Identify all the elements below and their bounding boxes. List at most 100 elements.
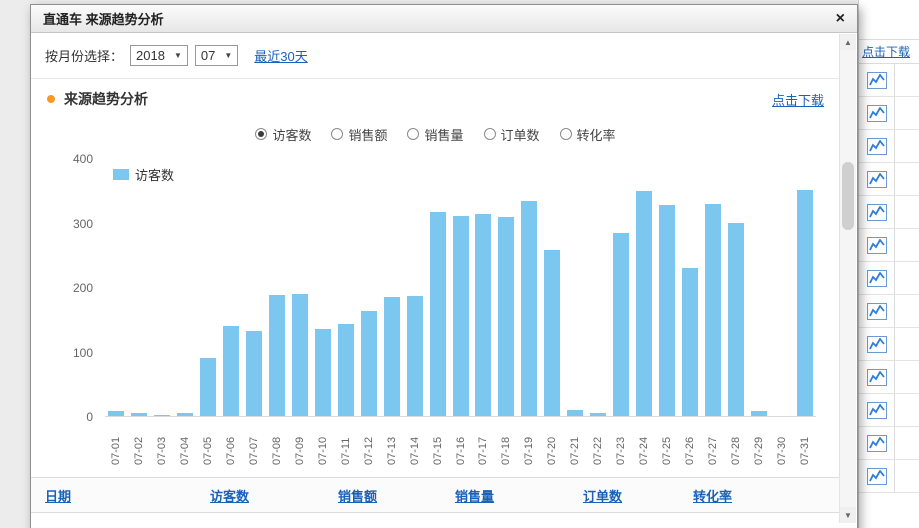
- bar-07-18: [498, 217, 514, 416]
- background-table-row: [859, 97, 919, 130]
- radio-circle-icon: [331, 128, 343, 140]
- trend-chart-icon[interactable]: [859, 427, 895, 459]
- year-select[interactable]: 2018 ▼: [130, 45, 188, 66]
- bar-slot: [518, 159, 541, 416]
- x-label-slot: 07-01: [105, 421, 128, 465]
- radio-label: 访客数: [272, 125, 311, 144]
- trend-chart-icon[interactable]: [859, 460, 895, 492]
- trend-chart-icon[interactable]: [859, 262, 895, 294]
- trend-chart-icon[interactable]: [859, 394, 895, 426]
- x-tick-label: 07-04: [179, 421, 191, 465]
- x-tick-label: 07-30: [776, 421, 788, 465]
- radio-订单数[interactable]: 订单数: [484, 125, 540, 144]
- column-header-访客数[interactable]: 访客数: [210, 486, 338, 505]
- bar-slot: [449, 159, 472, 416]
- recent-30-days-link[interactable]: 最近30天: [254, 46, 307, 65]
- bar-slot: [266, 159, 289, 416]
- modal-scrollbar[interactable]: ▲ ▼: [839, 34, 856, 523]
- x-tick-label: 07-26: [684, 421, 696, 465]
- x-label-slot: 07-27: [701, 421, 724, 465]
- x-tick-label: 07-02: [133, 421, 145, 465]
- trend-chart-icon[interactable]: [859, 130, 895, 162]
- x-label-slot: 07-13: [380, 421, 403, 465]
- trend-chart-icon[interactable]: [859, 97, 895, 129]
- x-label-slot: 07-06: [220, 421, 243, 465]
- scrollbar-down-arrow[interactable]: ▼: [840, 507, 856, 523]
- x-label-slot: 07-03: [151, 421, 174, 465]
- x-label-slot: 07-14: [403, 421, 426, 465]
- bar-slot: [243, 159, 266, 416]
- x-tick-label: 07-22: [592, 421, 604, 465]
- plot-area: [105, 159, 816, 417]
- x-tick-label: 07-09: [294, 421, 306, 465]
- month-filter-row: 按月份选择： 2018 ▼ 07 ▼ 最近30天: [31, 33, 840, 79]
- x-tick-label: 07-10: [317, 421, 329, 465]
- x-label-slot: 07-26: [678, 421, 701, 465]
- background-icon-rows: [859, 64, 919, 493]
- month-select-value: 07: [201, 48, 215, 63]
- section-title: 来源趋势分析: [64, 89, 148, 109]
- trend-chart-icon[interactable]: [859, 229, 895, 261]
- background-link-row: 点击下载: [859, 40, 919, 64]
- legend-label: 访客数: [135, 165, 174, 184]
- x-axis-labels: 07-0107-0207-0307-0407-0507-0607-0707-08…: [105, 417, 816, 465]
- radio-label: 转化率: [577, 125, 616, 144]
- bar-slot: [220, 159, 243, 416]
- column-header-订单数[interactable]: 订单数: [583, 486, 693, 505]
- radio-销售额[interactable]: 销售额: [331, 125, 387, 144]
- background-table: 点击下载: [858, 0, 919, 528]
- radio-circle-icon: [560, 128, 572, 140]
- radio-转化率[interactable]: 转化率: [560, 125, 616, 144]
- bar-slot: [105, 159, 128, 416]
- x-tick-label: 07-07: [248, 421, 260, 465]
- radio-访客数[interactable]: 访客数: [255, 125, 311, 144]
- background-table-row: [859, 64, 919, 97]
- x-tick-label: 07-29: [753, 421, 765, 465]
- column-header-销售量[interactable]: 销售量: [455, 486, 583, 505]
- x-label-slot: 07-25: [656, 421, 679, 465]
- bar-07-24: [636, 191, 652, 416]
- x-label-slot: 07-10: [311, 421, 334, 465]
- legend-swatch: [113, 169, 129, 180]
- background-download-link[interactable]: 点击下载: [862, 43, 910, 60]
- trend-chart-icon[interactable]: [859, 295, 895, 327]
- bar-slot: [587, 159, 610, 416]
- chevron-down-icon: ▼: [224, 51, 232, 60]
- x-label-slot: 07-21: [564, 421, 587, 465]
- x-tick-label: 07-24: [638, 421, 650, 465]
- x-tick-label: 07-12: [363, 421, 375, 465]
- column-header-销售额[interactable]: 销售额: [338, 486, 455, 505]
- radio-销售量[interactable]: 销售量: [407, 125, 463, 144]
- column-header-日期[interactable]: 日期: [45, 486, 210, 505]
- background-table-row: [859, 427, 919, 460]
- x-label-slot: 07-02: [128, 421, 151, 465]
- bar-07-03: [154, 415, 170, 416]
- x-tick-label: 07-28: [730, 421, 742, 465]
- trend-chart-icon[interactable]: [859, 196, 895, 228]
- x-tick-label: 07-11: [340, 421, 352, 465]
- close-icon[interactable]: ×: [836, 11, 845, 27]
- bar-07-21: [567, 410, 583, 416]
- bar-07-14: [407, 296, 423, 416]
- x-tick-label: 07-06: [225, 421, 237, 465]
- x-label-slot: 07-19: [518, 421, 541, 465]
- x-label-slot: 07-22: [587, 421, 610, 465]
- x-label-slot: 07-17: [472, 421, 495, 465]
- download-link[interactable]: 点击下载: [772, 90, 824, 109]
- month-select[interactable]: 07 ▼: [195, 45, 238, 66]
- bar-07-01: [108, 411, 124, 416]
- x-label-slot: 07-04: [174, 421, 197, 465]
- column-header-转化率[interactable]: 转化率: [693, 486, 840, 505]
- trend-chart-icon[interactable]: [859, 163, 895, 195]
- scrollbar-up-arrow[interactable]: ▲: [840, 34, 856, 50]
- scrollbar-thumb[interactable]: [842, 162, 854, 230]
- trend-chart-icon[interactable]: [859, 328, 895, 360]
- bar-07-17: [475, 214, 491, 416]
- trend-chart-icon[interactable]: [859, 361, 895, 393]
- x-label-slot: 07-16: [449, 421, 472, 465]
- trend-chart-icon[interactable]: [859, 64, 895, 96]
- x-label-slot: 07-31: [793, 421, 816, 465]
- bar-07-19: [521, 201, 537, 416]
- bar-slot: [678, 159, 701, 416]
- x-label-slot: 07-28: [724, 421, 747, 465]
